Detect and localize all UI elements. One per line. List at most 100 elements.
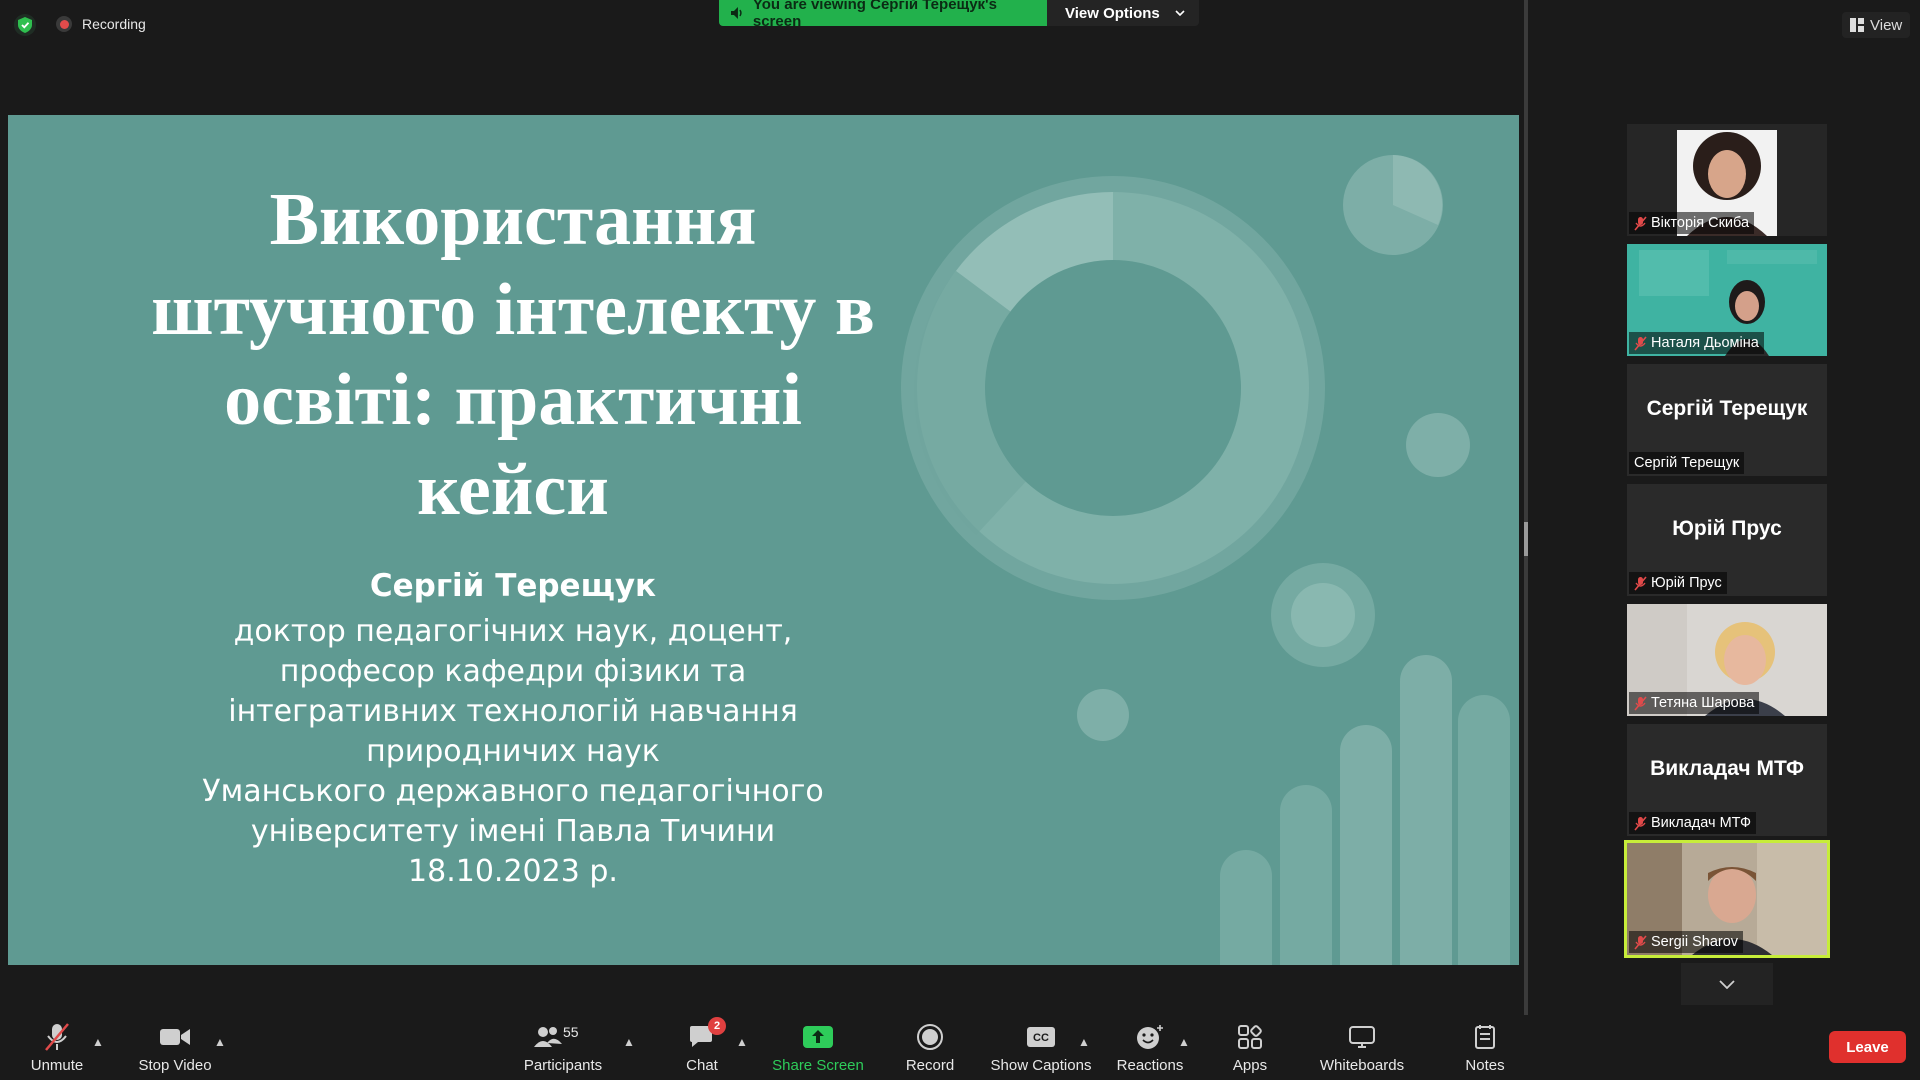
muted-mic-icon	[1634, 575, 1647, 591]
reactions-label: Reactions	[1116, 1057, 1184, 1074]
split-divider[interactable]	[1524, 0, 1528, 1015]
recording-indicator[interactable]: Recording	[56, 16, 146, 32]
participants-icon: 55	[533, 1021, 593, 1053]
chevron-down-icon	[1175, 10, 1185, 16]
whiteboards-label: Whiteboards	[1319, 1057, 1405, 1074]
slide-title-line: штучного інтелекту в	[151, 269, 875, 351]
view-label: View	[1870, 16, 1903, 34]
participant-display-name: Юрій Прус	[1672, 517, 1782, 540]
participant-name-tag: Наталя Дьоміна	[1629, 332, 1764, 354]
notes-button[interactable]: Notes	[1455, 1015, 1515, 1080]
reactions-options-caret-icon[interactable]: ▲	[1178, 1035, 1190, 1049]
muted-mic-icon	[44, 1021, 70, 1053]
participant-name: Тетяна Шарова	[1651, 695, 1755, 711]
participant-name-tag: Тетяна Шарова	[1629, 692, 1760, 714]
meeting-toolbar: Unmute ▲ Stop Video ▲ 55 Participants ▲ …	[0, 1015, 1920, 1080]
speaker-icon	[731, 7, 742, 19]
unmute-button[interactable]: Unmute	[22, 1015, 92, 1080]
slide-description-line: Уманського державного педагогічного	[202, 774, 824, 809]
apps-label: Apps	[1232, 1057, 1268, 1074]
viewing-screen-banner: You are viewing Сергій Терещук's screen	[719, 0, 1047, 30]
share-screen-button[interactable]: Share Screen	[768, 1015, 868, 1080]
video-camera-icon	[159, 1021, 191, 1053]
slide-description: доктор педагогічних наук, доцент, профес…	[98, 612, 928, 892]
participant-name: Sergii Sharov	[1651, 934, 1739, 950]
notes-label: Notes	[1465, 1057, 1505, 1074]
whiteboards-button[interactable]: Whiteboards	[1312, 1015, 1412, 1080]
participant-name-tag: Вікторія Скиба	[1629, 212, 1755, 234]
view-options-button[interactable]: View Options	[1047, 0, 1199, 26]
reactions-smiley-icon	[1135, 1021, 1165, 1053]
show-captions-label: Show Captions	[990, 1057, 1092, 1074]
participant-name: Наталя Дьоміна	[1651, 335, 1759, 351]
view-button[interactable]: View	[1842, 12, 1911, 38]
slide-description-line: університету імені Павла Тичини	[250, 814, 776, 849]
slide-description-line: професор кафедри фізики та	[279, 654, 747, 689]
participant-name: Юрій Прус	[1651, 575, 1722, 591]
muted-mic-icon	[1634, 934, 1647, 950]
participant-tile-active-speaker[interactable]: Sergii Sharov	[1624, 840, 1830, 958]
leave-button[interactable]: Leave	[1829, 1031, 1906, 1063]
participant-tile[interactable]: Юрій Прус Юрій Прус	[1627, 484, 1827, 596]
muted-mic-icon	[1634, 695, 1647, 711]
muted-mic-icon	[1634, 815, 1647, 831]
closed-captions-icon: CC	[1026, 1021, 1056, 1053]
chat-bubble-icon: 2	[688, 1017, 726, 1053]
slide-title-line: Використання	[269, 179, 757, 261]
shared-screen[interactable]: Використання штучного інтелекту в освіті…	[8, 115, 1519, 965]
participant-display-name: Сергій Терещук	[1646, 397, 1808, 420]
unmute-label: Unmute	[30, 1057, 84, 1074]
audio-options-caret-icon[interactable]: ▲	[92, 1035, 104, 1049]
stop-video-label: Stop Video	[138, 1057, 212, 1074]
chat-label: Chat	[686, 1057, 718, 1074]
captions-options-caret-icon[interactable]: ▲	[1078, 1035, 1090, 1049]
apps-icon	[1237, 1021, 1263, 1053]
slide-description-line: 18.10.2023 р.	[408, 854, 618, 889]
participants-options-caret-icon[interactable]: ▲	[623, 1035, 635, 1049]
share-screen-icon	[802, 1021, 834, 1053]
svg-text:CC: CC	[1033, 1032, 1049, 1044]
chat-button[interactable]: 2 Chat	[672, 1015, 732, 1080]
split-divider-grip[interactable]	[1524, 522, 1528, 556]
chat-options-caret-icon[interactable]: ▲	[736, 1035, 748, 1049]
participants-count: 55	[563, 1024, 579, 1040]
muted-mic-icon	[1634, 335, 1647, 351]
grid-view-icon	[1850, 18, 1864, 32]
participants-button[interactable]: 55 Participants	[513, 1015, 613, 1080]
apps-button[interactable]: Apps	[1220, 1015, 1280, 1080]
stop-video-button[interactable]: Stop Video	[130, 1015, 220, 1080]
participant-tile[interactable]: Наталя Дьоміна	[1627, 244, 1827, 356]
recording-label: Recording	[82, 16, 146, 32]
participant-name: Викладач МТФ	[1651, 815, 1752, 831]
record-label: Record	[905, 1057, 955, 1074]
viewing-banner-text: You are viewing Сергій Терещук's screen	[752, 0, 997, 30]
participant-name-tag: Юрій Прус	[1629, 572, 1727, 594]
record-icon	[916, 1021, 944, 1053]
participant-name-tag: Sergii Sharov	[1629, 931, 1744, 953]
participant-display-name: Викладач МТФ	[1650, 757, 1804, 780]
security-shield-icon[interactable]	[14, 14, 36, 36]
slide-title: Використання штучного інтелекту в освіті…	[98, 175, 928, 535]
participant-name-tag: Викладач МТФ	[1629, 812, 1757, 834]
share-screen-label: Share Screen	[772, 1057, 864, 1074]
chat-unread-badge: 2	[708, 1017, 726, 1035]
chevron-down-icon	[1719, 979, 1735, 989]
record-button[interactable]: Record	[890, 1015, 970, 1080]
muted-mic-icon	[1634, 215, 1647, 231]
gallery-scroll-down-button[interactable]	[1681, 963, 1773, 1005]
slide-description-line: інтегративних технологій навчання	[228, 694, 798, 729]
notes-icon	[1474, 1021, 1496, 1053]
participant-tile[interactable]: Викладач МТФ Викладач МТФ	[1627, 724, 1827, 836]
slide-author: Сергій Терещук	[369, 568, 657, 604]
participant-tile[interactable]: Тетяна Шарова	[1627, 604, 1827, 716]
video-options-caret-icon[interactable]: ▲	[214, 1035, 226, 1049]
slide-title-line: кейси	[417, 449, 609, 531]
participant-name: Вікторія Скиба	[1651, 215, 1750, 231]
participant-tile[interactable]: Вікторія Скиба	[1627, 124, 1827, 236]
participants-label: Participants	[523, 1057, 603, 1074]
slide-title-line: освіті: практичні	[224, 359, 802, 441]
slide-description-line: доктор педагогічних наук, доцент,	[233, 614, 793, 649]
view-options-label: View Options	[1065, 4, 1160, 22]
participant-tile[interactable]: Сергій Терещук Сергій Терещук	[1627, 364, 1827, 476]
slide-description-line: природничих наук	[366, 734, 660, 769]
